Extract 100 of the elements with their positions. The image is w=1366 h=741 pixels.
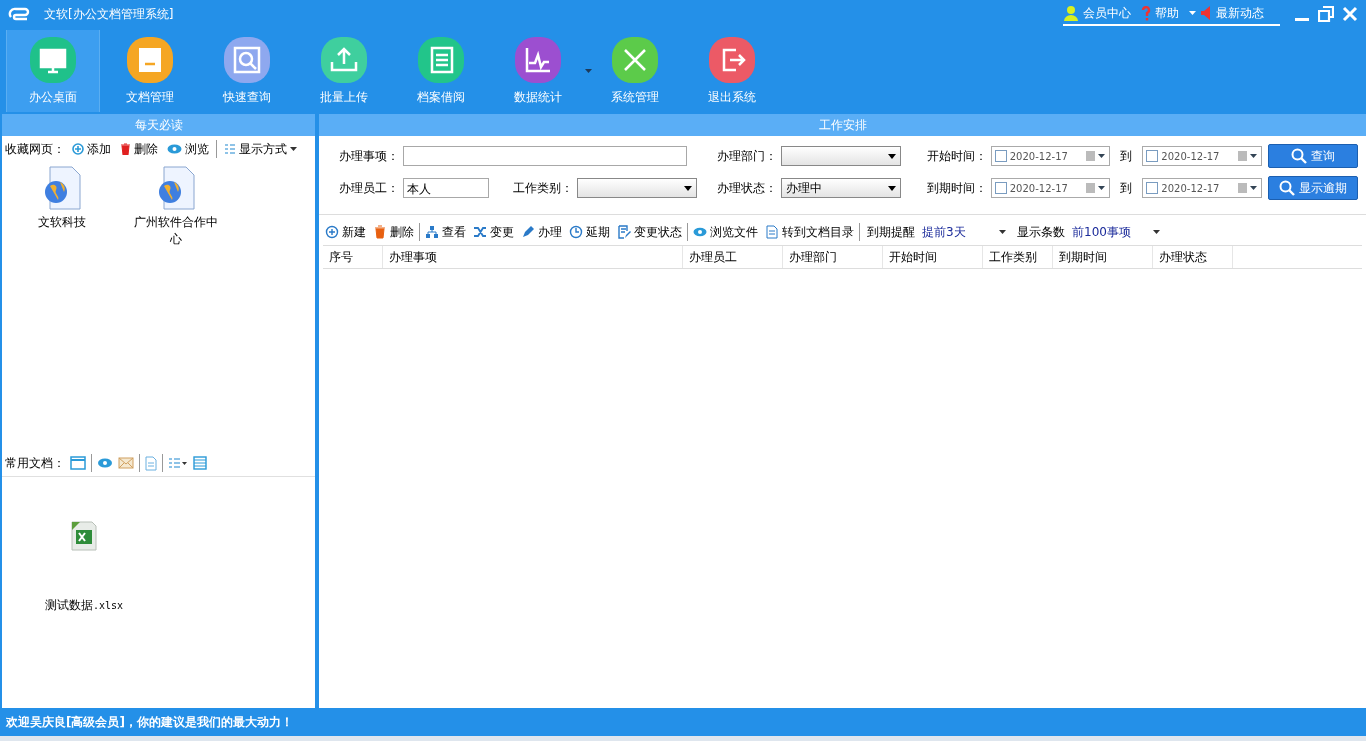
plus-icon [325, 225, 339, 239]
toolbar-button[interactable]: 浏览文件 [691, 223, 760, 241]
field-label: 到期时间： [925, 179, 987, 197]
envelope-icon[interactable] [118, 457, 134, 469]
calendar-dropdown-icon[interactable] [1086, 183, 1107, 193]
trash-icon [120, 143, 131, 155]
toolbar-button[interactable]: 新建 [323, 223, 368, 241]
question-icon [1141, 5, 1151, 21]
column-header[interactable]: 办理员工 [683, 246, 783, 268]
column-header[interactable]: 办理事项 [383, 246, 683, 268]
trash-icon [373, 225, 387, 239]
eye-icon [167, 144, 182, 154]
file-label[interactable]: 测试数据.xlsx [44, 597, 124, 614]
toolbar-button[interactable]: 删除 [371, 223, 416, 241]
document-icon[interactable] [145, 455, 157, 471]
shortcut-label[interactable]: 文软科技 [38, 214, 86, 231]
caret-icon[interactable] [585, 69, 592, 73]
toolbar-button[interactable]: 办理 [519, 223, 564, 241]
text-field[interactable]: 本人 [403, 178, 489, 198]
caret-icon [888, 153, 896, 159]
date-field[interactable]: 2020-12-17 [990, 146, 1111, 166]
caret-icon [888, 185, 896, 191]
checkbox[interactable] [994, 182, 1007, 194]
window-icon[interactable] [70, 456, 86, 470]
toolbar-label: 常用文档： [5, 454, 65, 472]
toolbar-button[interactable]: 查看 [423, 223, 468, 241]
view-mode-button[interactable]: 显示方式 [222, 140, 299, 158]
eye-icon[interactable] [97, 458, 113, 468]
checkbox[interactable] [1146, 182, 1159, 194]
caret-icon [684, 185, 692, 191]
search-icon [1291, 148, 1307, 164]
column-header[interactable]: 办理状态 [1153, 246, 1233, 268]
field-label: 办理部门： [716, 147, 777, 165]
column-header[interactable]: 办理部门 [783, 246, 883, 268]
search-icon [1279, 180, 1295, 196]
status-message: 欢迎吴庆良[高级会员]，你的建议是我们的最大动力！ [6, 713, 293, 731]
toolbar-button[interactable]: 添加 [70, 140, 113, 158]
checkbox[interactable] [994, 150, 1007, 162]
toolbar-button[interactable]: 变更 [471, 223, 516, 241]
person-icon [1063, 5, 1079, 21]
column-header[interactable]: 序号 [323, 246, 383, 268]
web-page-file-icon[interactable] [42, 166, 82, 210]
calendar-dropdown-icon[interactable] [1086, 151, 1107, 161]
caret-icon [1153, 230, 1160, 234]
plus-icon [72, 143, 84, 155]
range-separator: 到 [1120, 147, 1133, 165]
pen-icon [521, 225, 535, 239]
field-label: 工作类别： [512, 179, 573, 197]
dropdown[interactable] [781, 146, 901, 166]
app-logo-icon [8, 5, 30, 23]
toolbar-button[interactable]: 延期 [567, 223, 612, 241]
shuffle-icon [473, 225, 487, 239]
eye-icon [693, 225, 707, 239]
dropdown[interactable]: 办理中 [781, 178, 901, 198]
shortcut-label[interactable]: 广州软件合作中心 [132, 214, 220, 248]
toolbar-button[interactable]: 变更状态 [615, 223, 684, 241]
calendar-dropdown-icon[interactable] [1238, 183, 1258, 193]
web-page-file-icon[interactable] [156, 166, 196, 210]
close-icon[interactable] [1342, 6, 1358, 22]
toolbar-label: 显示条数 [1017, 223, 1065, 241]
count-dropdown[interactable]: 前100事项 [1068, 223, 1164, 241]
edit-icon [617, 225, 631, 239]
date-field[interactable]: 2020-12-17 [990, 178, 1111, 198]
panel-header: 每天必读 [2, 114, 315, 136]
restore-icon[interactable] [1318, 6, 1334, 22]
field-label: 办理状态： [716, 179, 777, 197]
field-label: 办理事项： [338, 147, 399, 165]
column-header[interactable]: 到期时间 [1053, 246, 1153, 268]
spreadsheet-file-icon[interactable] [71, 521, 97, 551]
table-icon[interactable] [193, 456, 207, 470]
window-title: 文软[办公文档管理系统] [44, 5, 174, 23]
toolbar-button[interactable]: 删除 [118, 140, 160, 158]
toolbar-button[interactable]: 浏览 [165, 140, 211, 158]
toolbar-label: 收藏网页： [5, 140, 65, 158]
list-icon [224, 143, 236, 155]
field-label: 开始时间： [925, 147, 987, 165]
checkbox[interactable] [1146, 150, 1159, 162]
reminder-dropdown[interactable]: 提前3天 [918, 223, 1010, 241]
toolbar-label: 到期提醒 [867, 223, 915, 241]
caret-icon [290, 147, 297, 151]
panel-header: 工作安排 [319, 114, 1366, 136]
search-button[interactable]: 查询 [1268, 144, 1358, 168]
column-header[interactable]: 开始时间 [883, 246, 983, 268]
search-button[interactable]: 显示逾期 [1268, 176, 1358, 200]
clock-icon [569, 225, 583, 239]
caret-icon [999, 230, 1006, 234]
column-header[interactable]: 工作类别 [983, 246, 1053, 268]
toolbar-button[interactable]: 转到文档目录 [763, 223, 856, 241]
date-field[interactable]: 2020-12-17 [1142, 178, 1262, 198]
range-separator: 到 [1120, 179, 1133, 197]
field-label: 办理员工： [338, 179, 399, 197]
date-field[interactable]: 2020-12-17 [1142, 146, 1262, 166]
document-icon [765, 225, 779, 239]
text-field[interactable] [403, 146, 687, 166]
hierarchy-icon [425, 225, 439, 239]
calendar-dropdown-icon[interactable] [1238, 151, 1258, 161]
dropdown[interactable] [577, 178, 697, 198]
speaker-icon [1200, 5, 1212, 21]
caret-icon[interactable] [1189, 11, 1196, 15]
list-view-icon[interactable] [168, 457, 188, 469]
